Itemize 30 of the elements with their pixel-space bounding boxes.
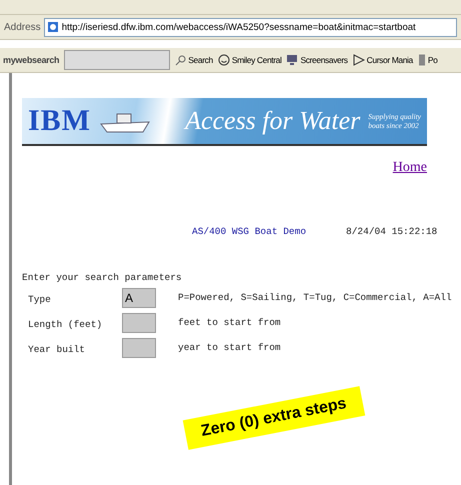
banner-title: Access for Water bbox=[185, 106, 360, 136]
url-field[interactable]: http://iseriesd.dfw.ibm.com/webaccess/iWA5250?sessname=boat&initmac=startboat bbox=[44, 18, 457, 36]
toolbar-link[interactable]: Po bbox=[418, 54, 438, 66]
home-link[interactable]: Home bbox=[392, 160, 427, 176]
search-field[interactable] bbox=[64, 50, 170, 70]
field-label: Length (feet) bbox=[28, 318, 102, 330]
page-icon bbox=[46, 21, 59, 33]
toolbar-link[interactable]: Screensavers bbox=[286, 54, 348, 66]
address-label: Address bbox=[4, 22, 41, 32]
input-field[interactable] bbox=[122, 338, 156, 358]
toolbar-logo[interactable]: mywebsearch bbox=[3, 55, 60, 65]
field-hint: feet to start from bbox=[178, 317, 281, 328]
field-hint: year to start from bbox=[178, 342, 281, 353]
search-prompt: Enter your search parameters bbox=[22, 272, 182, 283]
smiley-icon bbox=[218, 54, 230, 66]
monitor-icon bbox=[286, 54, 298, 66]
field-label: Type bbox=[28, 294, 51, 304]
field-label: Year built bbox=[28, 344, 86, 354]
field-hint: P=Powered, S=Sailing, T=Tug, C=Commercial, A=All bbox=[178, 292, 452, 303]
screen-title: AS/400 WSG Boat Demo bbox=[192, 226, 306, 237]
search-button[interactable]: Search bbox=[175, 54, 213, 66]
cursor-icon bbox=[352, 54, 365, 66]
search-icon bbox=[175, 54, 186, 66]
toolbar-link[interactable]: Cursor Mania bbox=[352, 54, 413, 66]
timestamp: 8/24/04 15:22:18 bbox=[346, 226, 438, 237]
ibm-logo: IBM bbox=[28, 104, 91, 138]
callout-label: Zero (0) extra steps bbox=[182, 386, 365, 450]
input-field[interactable]: A bbox=[122, 288, 156, 308]
input-field[interactable] bbox=[122, 312, 156, 332]
toolbar-link[interactable]: Smiley Central bbox=[218, 54, 282, 66]
